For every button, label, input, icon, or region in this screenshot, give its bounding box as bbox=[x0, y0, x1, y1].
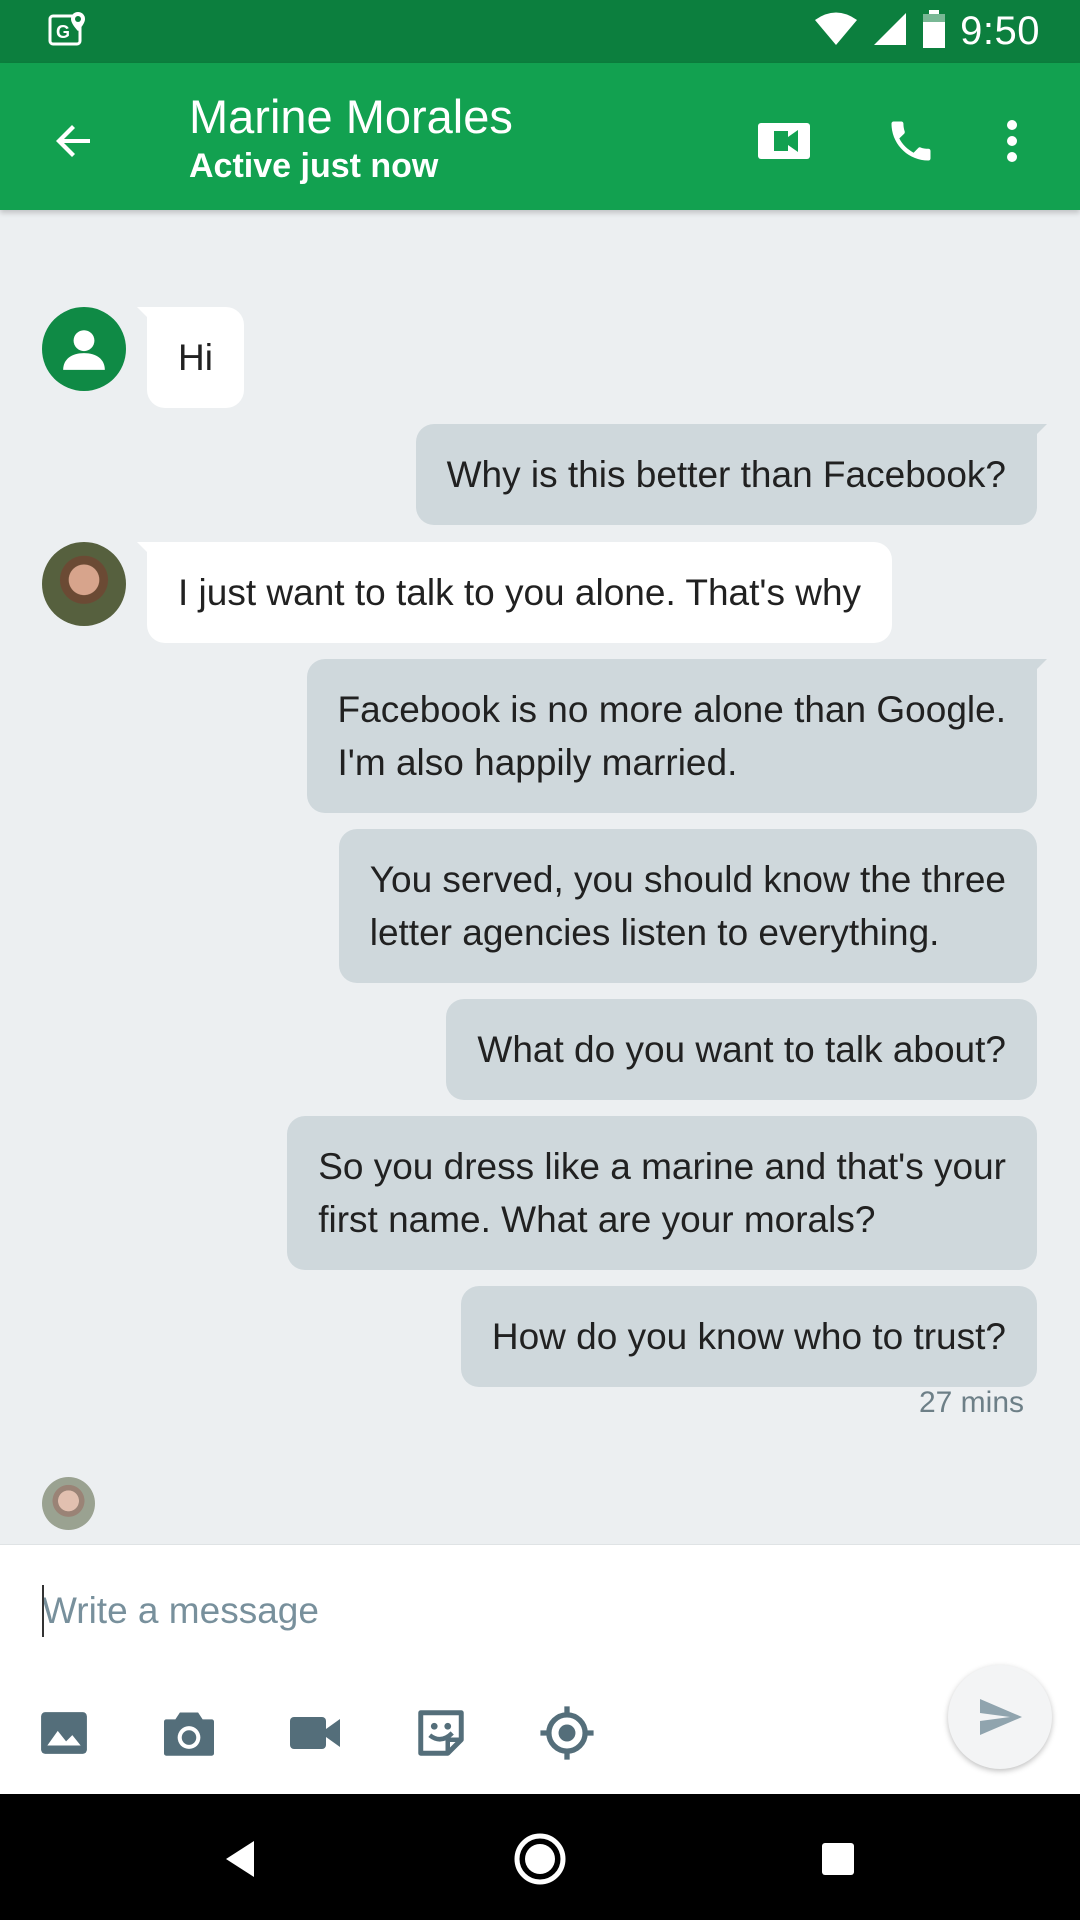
more-vert-icon bbox=[1007, 120, 1017, 162]
phone-call-button[interactable] bbox=[871, 101, 951, 181]
cellular-signal-icon bbox=[872, 11, 908, 52]
sticker-icon bbox=[418, 1710, 464, 1756]
attach-image-button[interactable] bbox=[32, 1701, 96, 1765]
more-options-button[interactable] bbox=[982, 101, 1042, 181]
read-receipt-avatar bbox=[42, 1477, 95, 1530]
video-camera-icon bbox=[758, 123, 810, 159]
message-bubble[interactable]: What do you want to talk about? bbox=[446, 999, 1037, 1100]
sticker-button[interactable] bbox=[409, 1701, 473, 1765]
status-time: 9:50 bbox=[960, 9, 1040, 53]
send-icon bbox=[980, 1699, 1022, 1735]
battery-icon bbox=[922, 9, 946, 54]
nav-back-button[interactable] bbox=[205, 1824, 275, 1894]
text-cursor bbox=[42, 1585, 44, 1637]
video-record-button[interactable] bbox=[283, 1701, 347, 1765]
share-location-button[interactable] bbox=[535, 1701, 599, 1765]
message-input[interactable] bbox=[42, 1581, 922, 1641]
nav-recents-button[interactable] bbox=[803, 1824, 873, 1894]
camera-button[interactable] bbox=[157, 1701, 221, 1765]
message-timestamp: 27 mins bbox=[918, 1386, 1024, 1419]
video-call-button[interactable] bbox=[744, 101, 824, 181]
message-bubble[interactable]: Why is this better than Facebook? bbox=[415, 424, 1048, 525]
back-triangle-icon bbox=[226, 1841, 254, 1877]
camera-icon bbox=[164, 1712, 214, 1756]
message-bubble[interactable]: Facebook is no more alone than Google. I… bbox=[306, 659, 1048, 813]
system-nav-bar bbox=[0, 1794, 1080, 1920]
video-icon bbox=[290, 1717, 340, 1749]
conversation[interactable]: Hi Why is this better than Facebook? I j… bbox=[0, 210, 1080, 1544]
location-icon bbox=[540, 1706, 594, 1760]
svg-text:G: G bbox=[56, 22, 70, 42]
message-bubble[interactable]: How do you know who to trust? bbox=[460, 1286, 1037, 1387]
message-bubble[interactable]: Hi bbox=[137, 307, 244, 408]
message-bubble[interactable]: I just want to talk to you alone. That's… bbox=[136, 542, 893, 643]
message-bubble[interactable]: So you dress like a marine and that's yo… bbox=[287, 1116, 1037, 1270]
maps-notification-icon: G bbox=[48, 10, 88, 50]
contact-photo-avatar[interactable] bbox=[42, 542, 126, 626]
contact-name[interactable]: Marine Morales bbox=[189, 89, 513, 144]
back-arrow-icon bbox=[56, 125, 90, 157]
send-button[interactable] bbox=[948, 1665, 1052, 1769]
status-icons: 9:50 bbox=[814, 0, 1040, 63]
compose-bar bbox=[0, 1544, 1080, 1794]
contact-status: Active just now bbox=[189, 147, 439, 185]
image-icon bbox=[41, 1712, 87, 1754]
wifi-icon bbox=[814, 11, 858, 52]
contact-avatar[interactable] bbox=[42, 307, 126, 391]
generic-person-icon bbox=[63, 330, 105, 370]
home-circle-icon bbox=[514, 1833, 566, 1885]
nav-home-button[interactable] bbox=[505, 1824, 575, 1894]
status-bar: G 9:50 bbox=[0, 0, 1080, 63]
app-bar: Marine Morales Active just now bbox=[0, 63, 1080, 210]
back-button[interactable] bbox=[36, 103, 112, 179]
message-bubble[interactable]: You served, you should know the three le… bbox=[338, 829, 1037, 983]
recents-square-icon bbox=[822, 1843, 854, 1875]
phone-icon bbox=[891, 121, 931, 161]
